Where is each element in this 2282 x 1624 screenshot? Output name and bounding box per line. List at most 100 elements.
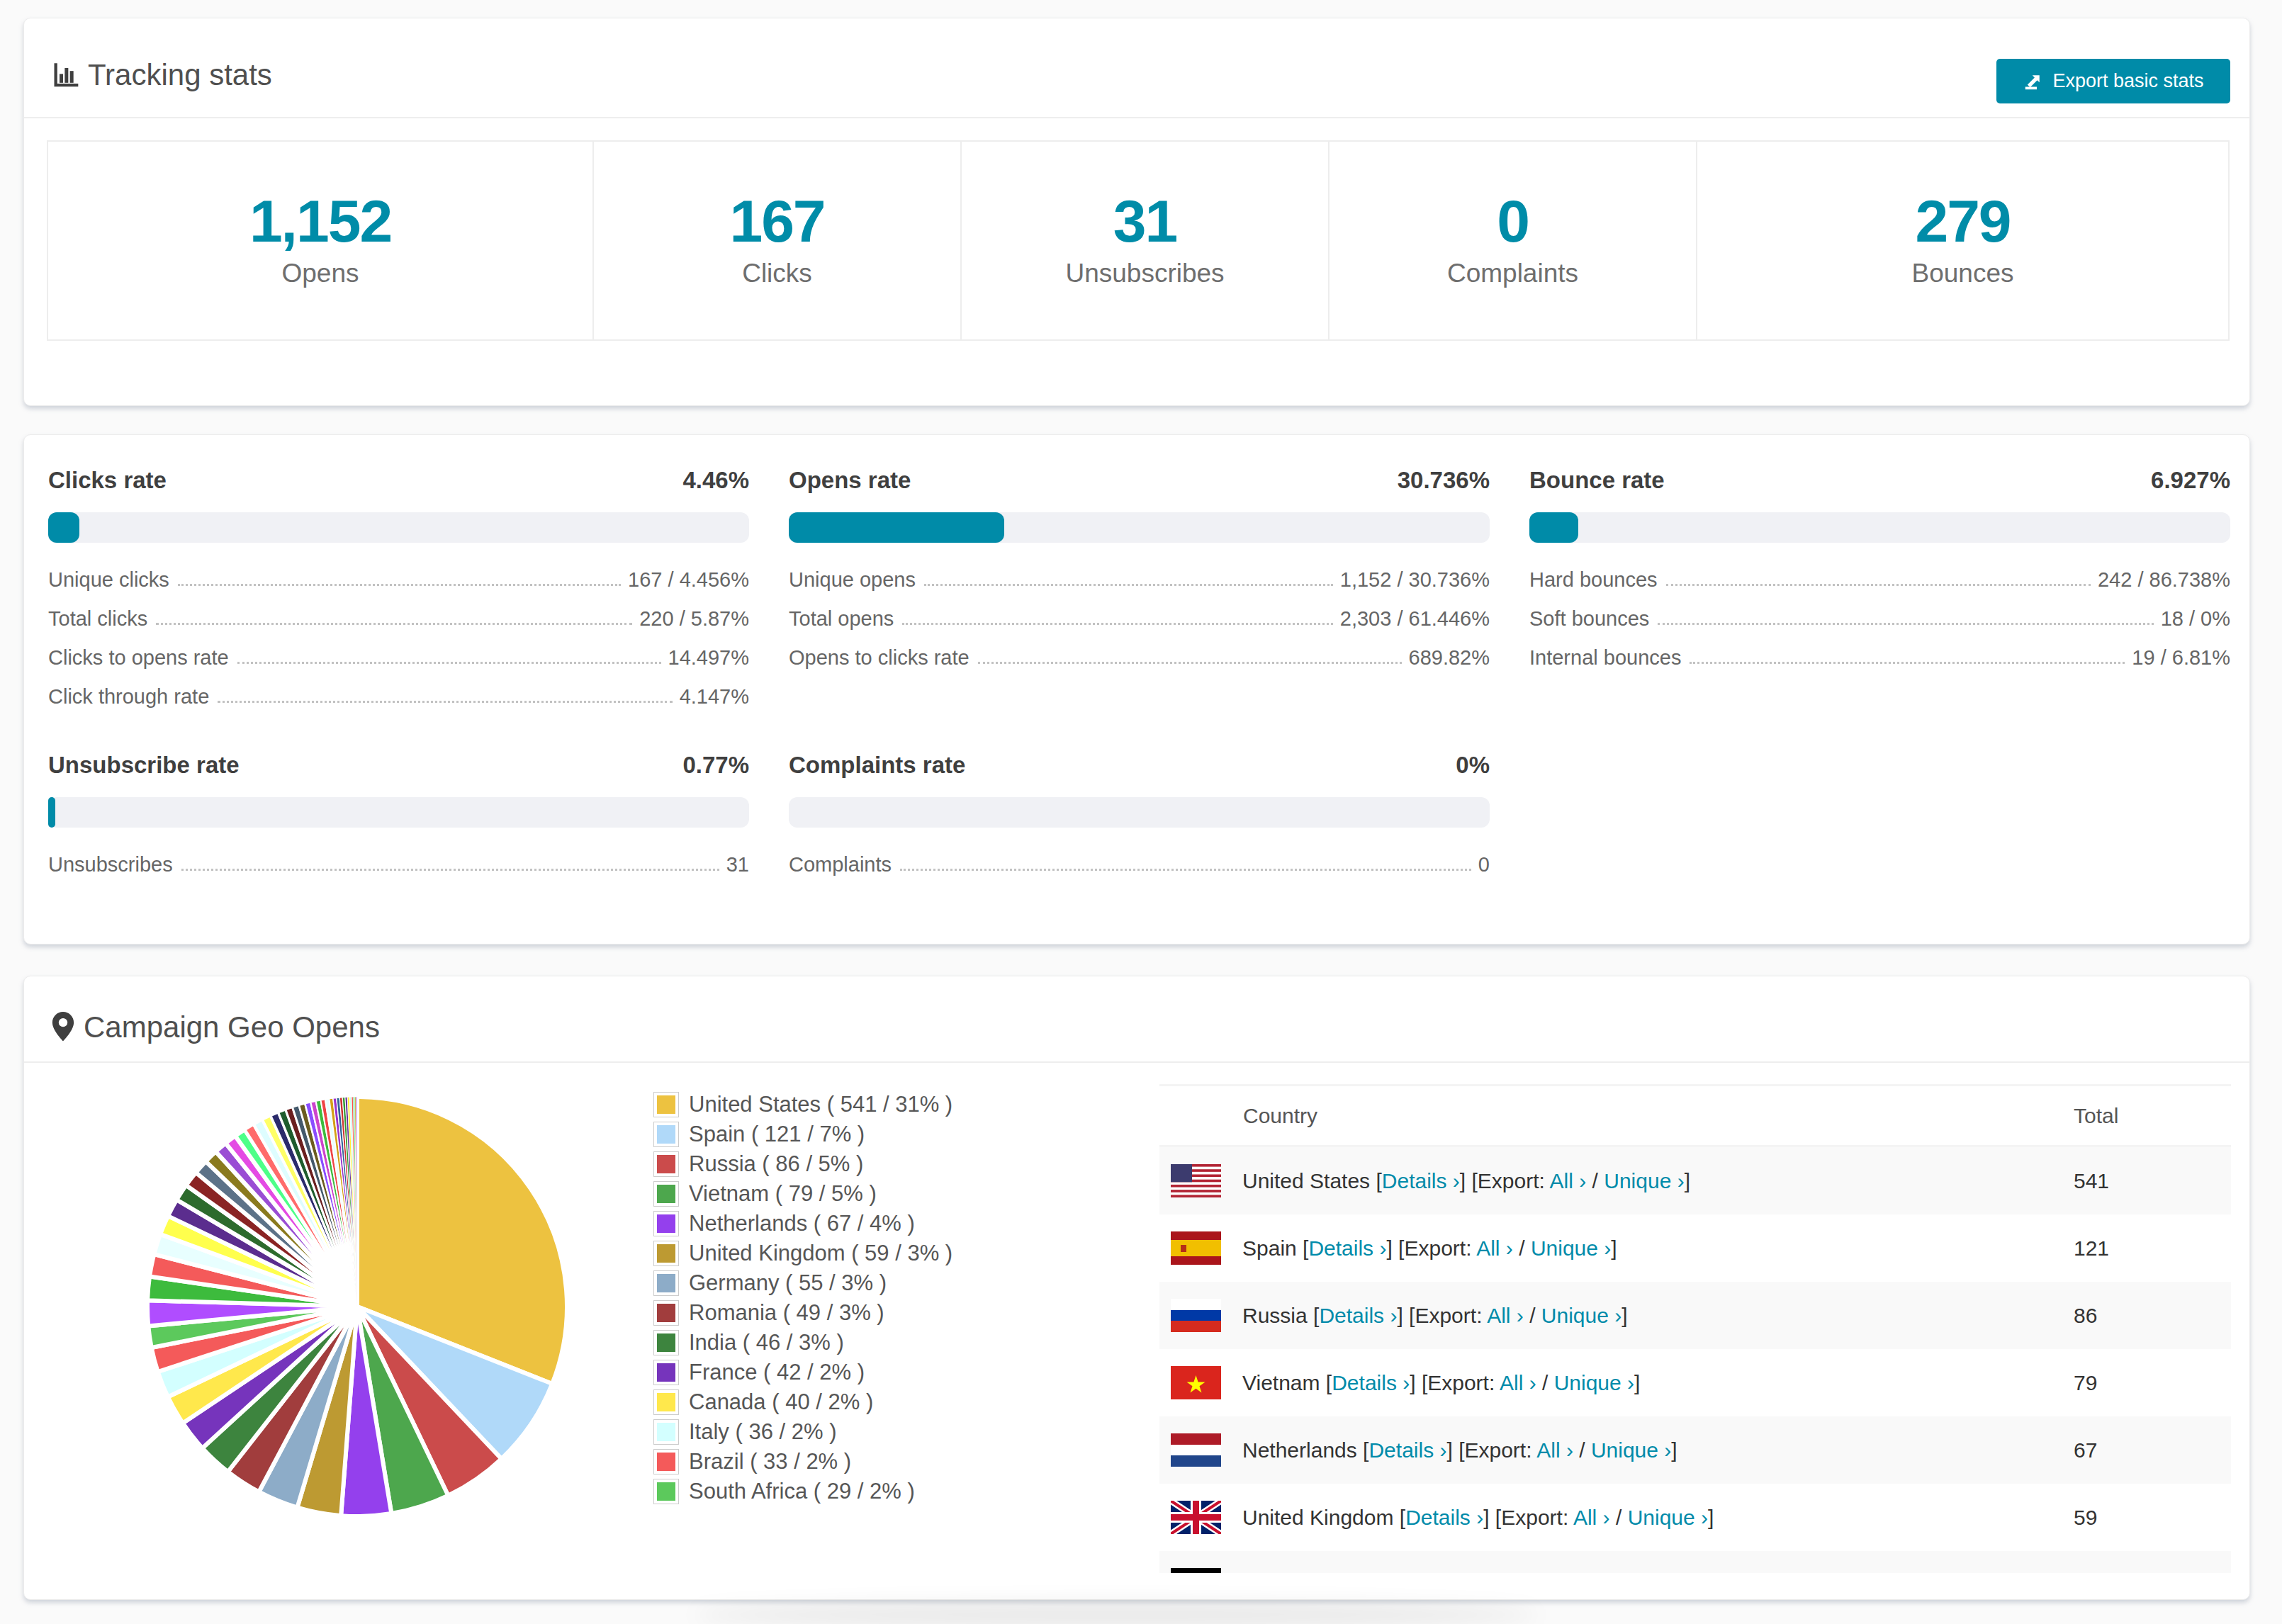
rate-row-value: 689.82% bbox=[1409, 646, 1490, 670]
rate-section-percent: 0.77% bbox=[682, 752, 749, 779]
rate-section-head: Complaints rate0% bbox=[789, 752, 1490, 779]
stat-box-complaints: 0Complaints bbox=[1328, 142, 1696, 339]
rate-section-percent: 4.46% bbox=[682, 467, 749, 494]
rate-section-title: Complaints rate bbox=[789, 752, 965, 779]
legend-label: Canada ( 40 / 2% ) bbox=[689, 1389, 873, 1415]
export-unique-link[interactable]: Unique › bbox=[1564, 1573, 1644, 1574]
dotted-leader bbox=[237, 662, 661, 664]
stat-label-bounces: Bounces bbox=[1697, 259, 2228, 288]
tracking-stats-header: Tracking stats bbox=[51, 58, 272, 92]
rate-row: Hard bounces 242 / 86.738% bbox=[1529, 560, 2230, 599]
legend-label: Spain ( 121 / 7% ) bbox=[689, 1122, 865, 1147]
dotted-leader bbox=[1690, 662, 2125, 664]
rate-section-title: Unsubscribe rate bbox=[48, 752, 240, 779]
country-total: 59 bbox=[2074, 1506, 2097, 1530]
export-basic-stats-button[interactable]: Export basic stats bbox=[1996, 59, 2230, 103]
legend-swatch bbox=[653, 1479, 679, 1504]
legend-label: United Kingdom ( 59 / 3% ) bbox=[689, 1241, 952, 1266]
rate-section-head: Opens rate30.736% bbox=[789, 467, 1490, 494]
rate-progress-track bbox=[1529, 512, 2230, 543]
export-all-link[interactable]: All › bbox=[1487, 1304, 1524, 1327]
export-icon bbox=[2023, 71, 2044, 92]
legend-swatch bbox=[653, 1419, 679, 1445]
rate-section-title: Opens rate bbox=[789, 467, 911, 494]
export-unique-link[interactable]: Unique › bbox=[1531, 1236, 1611, 1260]
geo-opens-pie-chart bbox=[130, 1080, 584, 1533]
legend-item-canada: Canada ( 40 / 2% ) bbox=[653, 1387, 952, 1417]
rate-row: Soft bounces18 / 0% bbox=[1529, 599, 2230, 638]
legend-label: France ( 42 / 2% ) bbox=[689, 1360, 865, 1385]
export-basic-stats-label: Export basic stats bbox=[2052, 70, 2203, 92]
export-all-link[interactable]: All › bbox=[1573, 1506, 1610, 1529]
country-name: Netherlands bbox=[1242, 1438, 1357, 1462]
export-unique-link[interactable]: Unique › bbox=[1604, 1169, 1684, 1192]
rate-row-label: Soft bounces bbox=[1529, 607, 1649, 631]
details-link[interactable]: Details › bbox=[1319, 1304, 1397, 1327]
export-all-link[interactable]: All › bbox=[1500, 1371, 1536, 1394]
export-unique-link[interactable]: Unique › bbox=[1591, 1438, 1671, 1462]
rate-section-head: Unsubscribe rate 0.77% bbox=[48, 752, 749, 779]
rate-row-value: 4.147% bbox=[680, 685, 749, 709]
geo-table-row-gb: United Kingdom [Details ›] [Export: All … bbox=[1159, 1484, 2231, 1551]
dotted-leader bbox=[181, 869, 719, 871]
country-name: Russia bbox=[1242, 1304, 1308, 1327]
rate-row: Total clicks220 / 5.87% bbox=[48, 599, 749, 638]
export-unique-link[interactable]: Unique › bbox=[1541, 1304, 1621, 1327]
rate-section-head: Bounce rate6.927% bbox=[1529, 467, 2230, 494]
details-link[interactable]: Details › bbox=[1308, 1236, 1386, 1260]
rate-row-label: Unique clicks bbox=[48, 568, 169, 592]
country-name: Germany bbox=[1242, 1573, 1330, 1574]
rate-row-label: Unsubscribes bbox=[48, 853, 173, 876]
stat-value-bounces: 279 bbox=[1697, 186, 2228, 256]
legend-swatch bbox=[653, 1389, 679, 1415]
rate-row-value: 31 bbox=[726, 853, 749, 876]
details-link[interactable]: Details › bbox=[1342, 1573, 1420, 1574]
legend-item-south-africa: South Africa ( 29 / 2% ) bbox=[653, 1477, 952, 1506]
rate-row-value: 0 bbox=[1478, 853, 1490, 876]
dotted-leader bbox=[924, 584, 1333, 586]
stat-value-unsubscribes: 31 bbox=[962, 186, 1328, 256]
legend-swatch bbox=[653, 1449, 679, 1474]
details-link[interactable]: Details › bbox=[1332, 1371, 1410, 1394]
dotted-leader bbox=[1658, 623, 2153, 625]
legend-swatch bbox=[653, 1211, 679, 1236]
export-unique-link[interactable]: Unique › bbox=[1628, 1506, 1708, 1529]
rate-row: Click through rate4.147% bbox=[48, 677, 749, 716]
export-unique-link[interactable]: Unique › bbox=[1554, 1371, 1634, 1394]
country-total: 121 bbox=[2074, 1236, 2109, 1261]
stat-value-opens: 1,152 bbox=[48, 186, 592, 256]
rate-row: Unique clicks167 / 4.456% bbox=[48, 560, 749, 599]
dotted-leader bbox=[156, 623, 632, 625]
legend-item-vietnam: Vietnam ( 79 / 5% ) bbox=[653, 1179, 952, 1209]
rate-row: Clicks to opens rate14.497% bbox=[48, 638, 749, 677]
geo-table: Country Total United States [Details ›] … bbox=[1159, 1084, 2231, 1573]
total-column-header: Total bbox=[2074, 1104, 2118, 1128]
rate-progress-track bbox=[48, 512, 749, 543]
export-all-link[interactable]: All › bbox=[1550, 1169, 1587, 1192]
rates-card: Clicks rate4.46%Unique clicks167 / 4.456… bbox=[23, 434, 2250, 944]
geo-table-row-ru: Russia [Details ›] [Export: All › / Uniq… bbox=[1159, 1282, 2231, 1349]
geo-header: Campaign Geo Opens bbox=[51, 1010, 380, 1044]
geo-table-row-es: Spain [Details ›] [Export: All › / Uniqu… bbox=[1159, 1214, 2231, 1282]
tracking-header-divider bbox=[24, 117, 2249, 118]
export-all-link[interactable]: All › bbox=[1476, 1236, 1513, 1260]
legend-swatch bbox=[653, 1360, 679, 1385]
rate-row-label: Hard bounces bbox=[1529, 568, 1658, 592]
legend-item-spain: Spain ( 121 / 7% ) bbox=[653, 1120, 952, 1149]
rate-row-value: 242 / 86.738% bbox=[2098, 568, 2230, 592]
dotted-leader bbox=[1666, 584, 2091, 586]
stat-label-complaints: Complaints bbox=[1330, 259, 1696, 288]
legend-label: Vietnam ( 79 / 5% ) bbox=[689, 1181, 877, 1207]
ru-flag-icon bbox=[1171, 1299, 1221, 1332]
rate-row-value: 1,152 / 30.736% bbox=[1340, 568, 1490, 592]
geo-table-header: Country Total bbox=[1159, 1084, 2231, 1147]
details-link[interactable]: Details › bbox=[1405, 1506, 1483, 1529]
gb-flag-icon bbox=[1171, 1501, 1221, 1534]
details-link[interactable]: Details › bbox=[1368, 1438, 1446, 1462]
rate-section-percent: 6.927% bbox=[2151, 467, 2230, 494]
legend-swatch bbox=[653, 1151, 679, 1177]
rate-progress-track bbox=[789, 797, 1490, 828]
export-all-link[interactable]: All › bbox=[1536, 1438, 1573, 1462]
export-all-link[interactable]: All › bbox=[1510, 1573, 1546, 1574]
details-link[interactable]: Details › bbox=[1382, 1169, 1460, 1192]
